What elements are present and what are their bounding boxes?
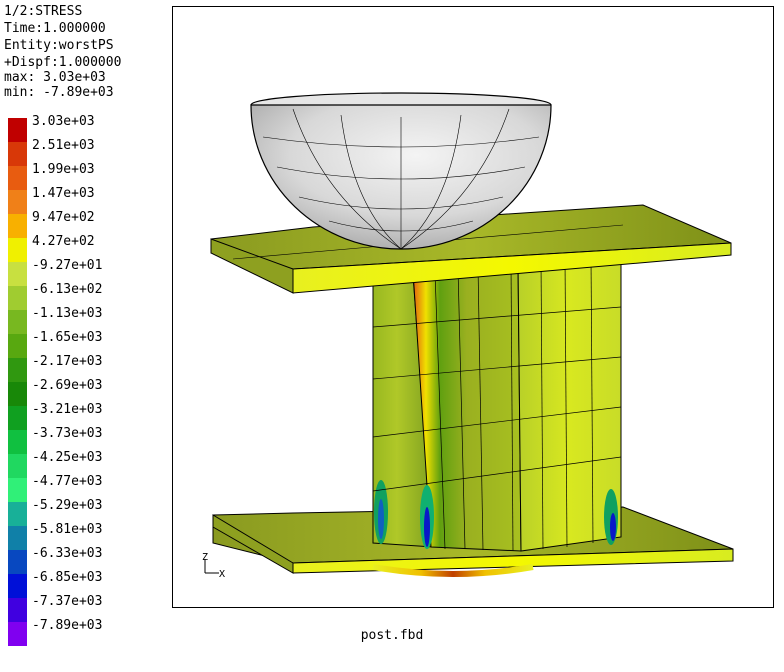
legend-swatch bbox=[8, 454, 27, 478]
step-title: 1/2:STRESS bbox=[4, 4, 83, 19]
legend-swatch bbox=[8, 550, 27, 574]
legend-label: -6.13e+02 bbox=[32, 282, 103, 297]
legend-label: -2.69e+03 bbox=[32, 378, 103, 393]
legend-swatch bbox=[8, 310, 27, 334]
legend-label: -2.17e+03 bbox=[32, 354, 103, 369]
time-label: Time:1.000000 bbox=[4, 21, 106, 36]
legend-swatch bbox=[8, 214, 27, 238]
model-viewport[interactable]: Z X bbox=[172, 6, 774, 608]
legend-swatch bbox=[8, 262, 27, 286]
axis-z-label: Z bbox=[202, 552, 208, 563]
legend-swatch bbox=[8, 502, 27, 526]
legend-label: -7.37e+03 bbox=[32, 594, 103, 609]
max-label: max: 3.03e+03 bbox=[4, 70, 106, 85]
legend-swatch bbox=[8, 382, 27, 406]
legend-swatch bbox=[8, 334, 27, 358]
legend-label: 2.51e+03 bbox=[32, 138, 95, 153]
legend-swatch bbox=[8, 190, 27, 214]
legend-swatch bbox=[8, 598, 27, 622]
legend-label: -1.13e+03 bbox=[32, 306, 103, 321]
legend-label: -5.81e+03 bbox=[32, 522, 103, 537]
legend-swatch bbox=[8, 406, 27, 430]
legend-swatch bbox=[8, 430, 27, 454]
legend-label: -9.27e+01 bbox=[32, 258, 103, 273]
min-label: min: -7.89e+03 bbox=[4, 85, 114, 100]
legend-label: -6.33e+03 bbox=[32, 546, 103, 561]
legend-swatch bbox=[8, 166, 27, 190]
legend-label: -6.85e+03 bbox=[32, 570, 103, 585]
legend-swatch bbox=[8, 574, 27, 598]
legend-swatch bbox=[8, 286, 27, 310]
legend-label: 1.99e+03 bbox=[32, 162, 95, 177]
dispf-label: +Dispf:1.000000 bbox=[4, 55, 122, 70]
legend-label: 4.27e+02 bbox=[32, 234, 95, 249]
legend-swatch bbox=[8, 358, 27, 382]
axis-x-label: X bbox=[219, 569, 225, 580]
legend-label: 9.47e+02 bbox=[32, 210, 95, 225]
legend-swatch bbox=[8, 142, 27, 166]
legend-swatch bbox=[8, 478, 27, 502]
legend-swatch bbox=[8, 118, 27, 142]
fem-model-render: Z X bbox=[202, 92, 734, 580]
legend-label: -3.21e+03 bbox=[32, 402, 103, 417]
legend-swatch bbox=[8, 526, 27, 550]
legend-label: -5.29e+03 bbox=[32, 498, 103, 513]
legend-label: -4.77e+03 bbox=[32, 474, 103, 489]
filename-label: post.fbd bbox=[360, 628, 424, 643]
legend-label: 3.03e+03 bbox=[32, 114, 95, 129]
legend-label: -4.25e+03 bbox=[32, 450, 103, 465]
legend-label: -3.73e+03 bbox=[32, 426, 103, 441]
legend-label: 1.47e+03 bbox=[32, 186, 95, 201]
entity-label: Entity:worstPS bbox=[4, 38, 114, 53]
legend-swatch bbox=[8, 238, 27, 262]
legend-label: -1.65e+03 bbox=[32, 330, 103, 345]
